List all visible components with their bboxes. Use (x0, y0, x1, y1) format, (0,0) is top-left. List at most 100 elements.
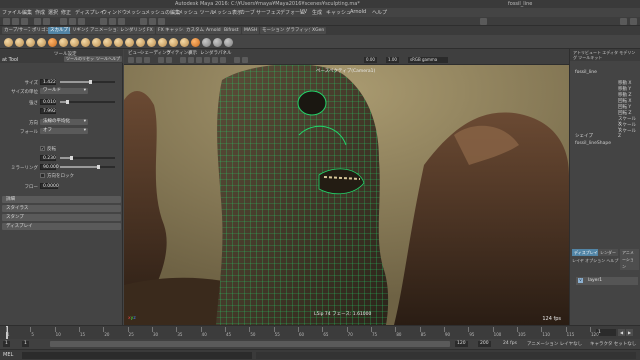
layer-visibility-toggle[interactable]: V (578, 278, 583, 283)
layer-tab-render[interactable]: レンダー (598, 249, 618, 256)
menu-cache[interactable]: キャッシュ (326, 9, 351, 16)
unfreeze-all-icon[interactable] (213, 38, 222, 47)
current-frame-field[interactable]: 1 (596, 329, 616, 336)
menu-edit-mesh[interactable]: メッシュの編集 (145, 9, 180, 16)
tool-help-button[interactable]: ツールヘルプ (94, 56, 122, 62)
shelf-tab-mash[interactable]: MASH (242, 27, 260, 34)
shelf-tab-bifrost[interactable]: Bifrost (222, 27, 241, 34)
xray-icon[interactable] (234, 57, 240, 63)
play-forward-icon[interactable]: ▶ (626, 329, 633, 336)
invert-freeze-icon[interactable] (224, 38, 233, 47)
knife-brush-icon[interactable] (147, 38, 156, 47)
film-gate-icon[interactable] (166, 57, 172, 63)
gamma-field[interactable]: 1.00 (386, 57, 399, 63)
save-scene-icon[interactable] (21, 18, 28, 25)
menu-modify[interactable]: 修正 (61, 9, 71, 16)
shadows-icon[interactable] (220, 57, 226, 63)
panel-menu-renderer[interactable]: レンダラ (200, 50, 218, 56)
freeze-brush-icon[interactable] (191, 38, 200, 47)
open-scene-icon[interactable] (12, 18, 19, 25)
playback-start-field[interactable]: 1 (22, 341, 29, 347)
toggle-panel-icon-2[interactable] (630, 18, 637, 25)
imprint-brush-icon[interactable] (103, 38, 112, 47)
play-back-icon[interactable]: ◀ (618, 329, 625, 336)
mirror-value-field[interactable]: 0.230 (40, 155, 56, 161)
shelf-tab-custom[interactable]: カスタム (184, 27, 206, 34)
convert-to-frozen-icon[interactable] (202, 38, 211, 47)
menu-create[interactable]: 作成 (35, 9, 45, 16)
wireframe-icon[interactable] (180, 57, 186, 63)
bulge-brush-icon[interactable] (169, 38, 178, 47)
lights-icon[interactable] (212, 57, 218, 63)
foamy-brush-icon[interactable] (70, 38, 79, 47)
sign-in-icon[interactable] (480, 18, 487, 25)
anim-layer-dropdown[interactable]: アニメーション レイヤなし (527, 341, 582, 347)
shelf-tab-xgen[interactable]: XGen (310, 27, 327, 34)
amplify-brush-icon[interactable] (180, 38, 189, 47)
camera-lock-icon[interactable] (136, 57, 142, 63)
shelf-tab-fx[interactable]: FX (145, 27, 155, 34)
grab-brush-icon[interactable] (37, 38, 46, 47)
render-icon[interactable] (140, 18, 147, 25)
bookmark-icon[interactable] (144, 57, 150, 63)
textured-icon[interactable] (204, 57, 210, 63)
select-by-hierarchy-icon[interactable] (60, 18, 67, 25)
shape-name[interactable]: fossil_lineShape (575, 141, 611, 146)
smooth-brush-icon[interactable] (15, 38, 24, 47)
menu-generate[interactable]: 生成 (312, 9, 322, 16)
strength-field[interactable]: 0.010 (40, 99, 56, 105)
isolate-select-icon[interactable] (242, 57, 248, 63)
color-space-dropdown[interactable]: sRGB gamma (408, 57, 448, 63)
attr-scale-z[interactable]: スケール Z (618, 128, 640, 139)
lock-direction-checkbox[interactable] (40, 173, 45, 178)
end-time-field[interactable]: 200 (478, 341, 491, 347)
layer-tab-anim[interactable]: アニメーション (620, 249, 639, 270)
menu-edit[interactable]: 編集 (22, 9, 32, 16)
repeat-brush-icon[interactable] (92, 38, 101, 47)
offset-field[interactable]: 7.992 (40, 108, 56, 114)
command-input[interactable] (22, 352, 252, 359)
smooth-shade-icon[interactable] (188, 57, 194, 63)
menu-display[interactable]: ディスプレイ (75, 9, 105, 16)
character-set-dropdown[interactable]: キャラクタ セットなし (590, 341, 636, 347)
menu-select[interactable]: 選択 (48, 9, 58, 16)
snap-point-icon[interactable] (118, 18, 125, 25)
sculpt-brush-icon[interactable] (4, 38, 13, 47)
toggle-panel-icon[interactable] (620, 18, 627, 25)
command-language-toggle[interactable]: MEL (3, 352, 13, 358)
section-stylus[interactable]: スタイラス (2, 205, 121, 212)
menu-mesh-display[interactable]: メッシュ表示 (212, 9, 242, 16)
render-settings-icon[interactable] (158, 18, 165, 25)
direction-dropdown[interactable]: 法線の平均化 (40, 119, 88, 125)
strength-slider[interactable] (60, 100, 115, 104)
snap-curve-icon[interactable] (109, 18, 116, 25)
size-slider[interactable] (60, 80, 115, 84)
menu-help[interactable]: ヘルプ (372, 9, 387, 16)
menu-mesh-tools[interactable]: メッシュ ツール (178, 9, 215, 16)
start-time-field[interactable]: 1 (3, 341, 10, 347)
menu-uv[interactable]: UV (300, 9, 307, 15)
wax-brush-icon[interactable] (114, 38, 123, 47)
size-unit-dropdown[interactable]: ワールド (40, 88, 88, 94)
layer-row[interactable]: V layer1 (576, 277, 638, 285)
redo-icon[interactable] (43, 18, 50, 25)
menu-file[interactable]: ファイル (2, 9, 22, 16)
layer-editor-menu[interactable]: レイヤ オプション ヘルプ (572, 258, 618, 264)
falloff-dropdown[interactable]: オフ (40, 128, 88, 134)
panel-menu-panels[interactable]: パネル (218, 50, 232, 56)
camera-select-icon[interactable] (128, 57, 134, 63)
scrape-brush-icon[interactable] (125, 38, 134, 47)
menu-arnold[interactable]: Arnold (350, 9, 366, 15)
select-by-component-icon[interactable] (78, 18, 85, 25)
menu-window[interactable]: ウィンドウ (102, 9, 127, 16)
flatten-brush-icon[interactable] (59, 38, 68, 47)
relax-brush-icon[interactable] (26, 38, 35, 47)
snap-grid-icon[interactable] (100, 18, 107, 25)
exposure-field[interactable]: 0.00 (364, 57, 377, 63)
wireframe-on-shaded-icon[interactable] (196, 57, 202, 63)
menu-surfaces[interactable]: サーフェス (256, 9, 281, 16)
section-advanced[interactable]: 詳細 (2, 196, 121, 203)
mirror-field[interactable]: 90.000 (40, 164, 59, 170)
layer-tab-display[interactable]: ディスプレイ (572, 249, 600, 256)
select-by-object-icon[interactable] (69, 18, 76, 25)
